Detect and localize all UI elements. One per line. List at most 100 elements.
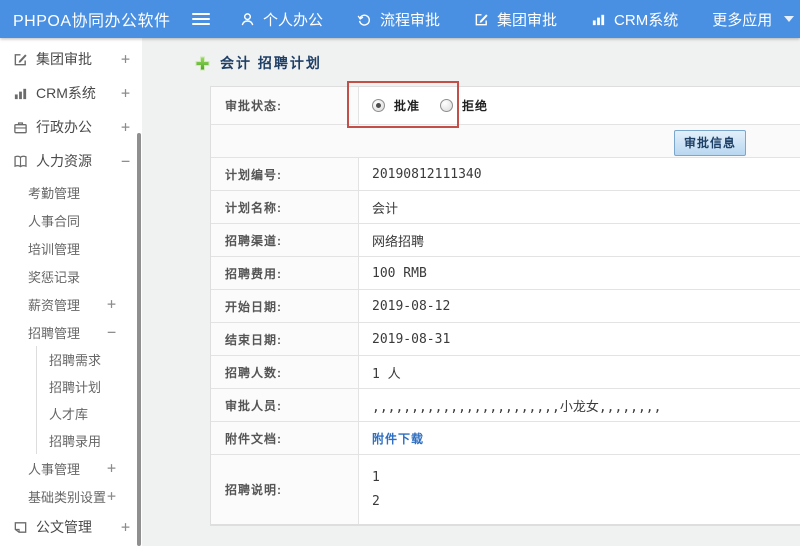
edit-icon: [13, 52, 28, 67]
topnav-item-4[interactable]: CRM系统: [591, 9, 678, 30]
main-content: 会计 招聘计划 审批状态: 批准 拒绝 审批信息 计划编号: 20190812111…: [142, 38, 800, 546]
sidebar-item-4[interactable]: 人力资源 −: [0, 144, 142, 178]
field-label: 结束日期:: [211, 323, 359, 355]
field-label: 审批人员:: [211, 389, 359, 421]
sidebar-item-8[interactable]: 奖惩记录: [0, 262, 142, 290]
radio-label: 拒绝: [462, 99, 489, 113]
field-value: 2019-08-31: [372, 331, 451, 347]
topnav-label: 流程审批: [380, 11, 441, 29]
sidebar-item-label: 考勤管理: [28, 185, 81, 201]
sidebar-item-label: 人力资源: [36, 153, 92, 169]
approval-form-table: 审批状态: 批准 拒绝 审批信息 计划编号: 20190812111340 计划名称:…: [210, 86, 800, 526]
topnav-item-1[interactable]: 个人办公: [240, 9, 323, 30]
sidebar-item-label: 集团审批: [36, 51, 92, 67]
field-row-1: 计划编号: 20190812111340: [211, 158, 800, 191]
sidebar-item-3[interactable]: 行政办公 +: [0, 110, 142, 144]
field-value: 网络招聘: [372, 234, 425, 250]
field-label: 计划编号:: [211, 158, 359, 190]
topnav-label: CRM系统: [614, 11, 679, 29]
collapse-icon[interactable]: −: [107, 323, 116, 341]
sidebar-item-label: 招聘管理: [28, 325, 81, 341]
description-line: 2: [372, 494, 380, 509]
chevron-down-icon: [784, 16, 795, 22]
field-value: ,,,,,,,,,,,,,,,,,,,,,,,,小龙女,,,,,,,,: [372, 399, 662, 415]
field-label: 审批状态:: [211, 87, 359, 124]
expand-icon[interactable]: +: [107, 459, 116, 477]
field-label: 附件文档:: [211, 422, 359, 454]
sidebar-item-1[interactable]: 集团审批 +: [0, 42, 142, 76]
topnav-item-3[interactable]: 集团审批: [474, 9, 557, 30]
sidebar-item-6[interactable]: 人事合同: [0, 206, 142, 234]
expand-icon[interactable]: +: [107, 487, 116, 505]
add-icon[interactable]: [195, 56, 210, 71]
sidebar-item-label: 培训管理: [28, 241, 81, 257]
expand-icon[interactable]: +: [121, 50, 130, 68]
field-label: 招聘人数:: [211, 356, 359, 388]
field-value: 附件下载: [359, 422, 800, 454]
sidebar-item-11[interactable]: 招聘需求: [36, 346, 142, 373]
sidebar-item-label: 人才库: [49, 407, 89, 422]
field-value: 1 人: [372, 366, 401, 382]
topnav-label: 集团审批: [497, 11, 558, 29]
field-label: 招聘说明:: [211, 455, 359, 524]
sidebar-item-16[interactable]: 基础类别设置 +: [0, 482, 142, 510]
topnav-item-2[interactable]: 流程审批: [357, 9, 440, 30]
sidebar-item-label: 招聘需求: [49, 353, 102, 368]
sidebar-item-label: 人事管理: [28, 461, 81, 477]
field-row-5: 开始日期: 2019-08-12: [211, 290, 800, 323]
book-icon: [13, 154, 28, 169]
collapse-icon[interactable]: −: [121, 152, 130, 170]
sidebar-scrollbar[interactable]: [137, 133, 141, 546]
field-row-8: 审批人员: ,,,,,,,,,,,,,,,,,,,,,,,,小龙女,,,,,,,,: [211, 389, 800, 422]
barchart-icon: [13, 86, 28, 101]
field-row-2: 计划名称: 会计: [211, 191, 800, 224]
topnav-label: 更多应用: [712, 11, 773, 29]
radio-selected-icon[interactable]: [372, 99, 385, 112]
sidebar-item-15[interactable]: 人事管理 +: [0, 454, 142, 482]
expand-icon[interactable]: +: [121, 84, 130, 102]
topbar: PHPOA协同办公软件 个人办公 流程审批 集团审批 CRM系统 更多应用: [0, 0, 800, 38]
sidebar-item-label: 薪资管理: [28, 297, 81, 313]
sidebar-item-14[interactable]: 招聘录用: [36, 427, 142, 454]
sidebar-item-label: 招聘录用: [49, 434, 102, 449]
history-icon: [357, 12, 372, 27]
sidebar-item-7[interactable]: 培训管理: [0, 234, 142, 262]
doc-icon: [13, 520, 28, 535]
sidebar-item-9[interactable]: 薪资管理 +: [0, 290, 142, 318]
breadcrumb: 会计 招聘计划: [195, 53, 322, 73]
sidebar-item-label: 公文管理: [36, 519, 92, 535]
sidebar-item-2[interactable]: CRM系统 +: [0, 76, 142, 110]
field-label: 招聘渠道:: [211, 224, 359, 256]
approval-options: 批准 拒绝: [359, 87, 800, 124]
attachment-download-link[interactable]: 附件下载: [372, 430, 424, 447]
app-logo: PHPOA协同办公软件: [13, 13, 171, 30]
sidebar: 集团审批 + CRM系统 + 行政办公 + 人力资源 − 考勤管理 人事合同 培训管理 奖惩记录 薪资管…: [0, 38, 142, 546]
field-row-10: 招聘说明: 1 2: [211, 455, 800, 525]
sidebar-item-12[interactable]: 招聘计划: [36, 373, 142, 400]
field-label: 计划名称:: [211, 191, 359, 223]
sidebar-item-17[interactable]: 公文管理 +: [0, 510, 142, 544]
radio-unselected-icon[interactable]: [440, 99, 454, 112]
field-value: 12: [359, 455, 800, 524]
approval-info-button[interactable]: 审批信息: [674, 130, 747, 156]
approval-button-row: 审批信息: [211, 125, 800, 158]
sidebar-item-label: 招聘计划: [49, 380, 102, 395]
sidebar-item-10[interactable]: 招聘管理 −: [0, 318, 142, 346]
field-value: 20190812111340: [372, 166, 482, 182]
menu-toggle-icon[interactable]: [192, 13, 210, 25]
radio-option-2[interactable]: 拒绝: [440, 97, 488, 114]
expand-icon[interactable]: +: [121, 118, 130, 136]
sidebar-item-13[interactable]: 人才库: [36, 400, 142, 427]
radio-option-1[interactable]: 批准: [372, 97, 420, 114]
page-title: 会计 招聘计划: [220, 55, 322, 71]
user-icon: [240, 12, 255, 27]
expand-icon[interactable]: +: [121, 518, 130, 536]
topnav-item-5[interactable]: 更多应用: [712, 9, 795, 30]
sidebar-item-5[interactable]: 考勤管理: [0, 178, 142, 206]
expand-icon[interactable]: +: [107, 295, 116, 313]
field-label: 开始日期:: [211, 290, 359, 322]
field-row-4: 招聘费用: 100 RMB: [211, 257, 800, 290]
field-value: 100 RMB: [372, 265, 427, 281]
field-value: 会计: [372, 201, 399, 217]
edit-icon: [474, 12, 489, 27]
